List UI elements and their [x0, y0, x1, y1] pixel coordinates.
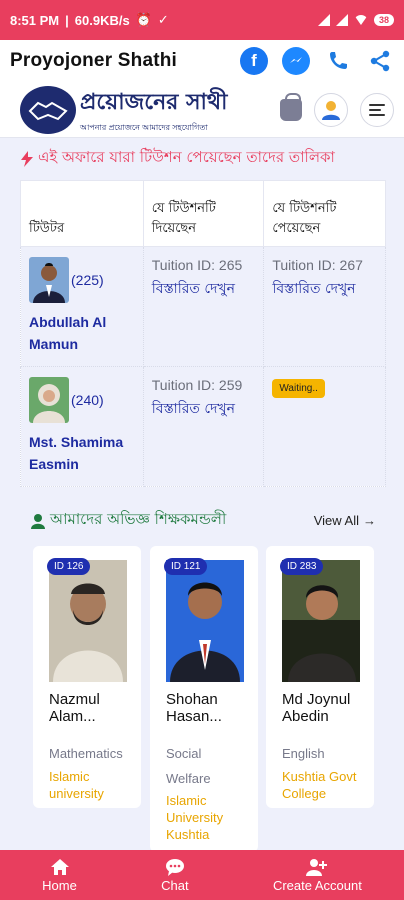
alarm-icon: ⏰ — [135, 12, 152, 27]
teacher-photo: ID 283 — [280, 558, 360, 682]
nav-create-account[interactable]: Create Account — [273, 858, 362, 893]
given-details-link[interactable]: বিস্তারিত দেখুন — [152, 397, 256, 421]
teacher-university: Islamic University Kushtia — [166, 793, 224, 843]
received-tuition-id: Tuition ID: 267 — [272, 257, 363, 273]
wifi-icon — [353, 15, 368, 25]
table-row: (225) Abdullah Al Mamun Tuition ID: 265 … — [20, 246, 386, 367]
teacher-university: Islamic university — [49, 768, 104, 801]
lightning-icon — [21, 150, 33, 167]
teacher-name: Shohan Hasan... — [166, 691, 222, 725]
teacher-icon — [31, 513, 45, 529]
tutor-name[interactable]: Mst. Shamima Easmin — [29, 431, 135, 476]
signal-icon — [317, 14, 330, 26]
status-time: 8:51 PM — [10, 12, 60, 28]
tutor-count: (240) — [71, 391, 104, 408]
teacher-photo: ID 121 — [164, 558, 244, 682]
brand-logo[interactable]: প্রয়োজনের সাথী আপনার প্রয়োজনে আমাদের স… — [20, 85, 227, 135]
facebook-icon[interactable]: f — [240, 47, 268, 75]
chat-icon — [165, 858, 184, 876]
given-tuition-id: Tuition ID: 265 — [151, 257, 243, 273]
app-header: Proyojoner Shathi f — [0, 40, 404, 82]
teacher-name: Nazmul Alam... — [49, 691, 100, 725]
waiting-badge: Waiting.. — [272, 378, 325, 398]
profile-button[interactable] — [314, 92, 348, 127]
messenger-icon[interactable] — [282, 47, 310, 75]
header-received: যে টিউশনটি পেয়েছেন — [263, 180, 386, 247]
tutor-avatar[interactable] — [29, 376, 69, 423]
tuition-list-title: এই অফারে যারা টিউশন পেয়েছেন তাদের তালিক… — [20, 146, 394, 171]
teacher-photo: ID 126 — [47, 558, 127, 682]
header-given: যে টিউশনটি দিয়েছেন — [142, 180, 265, 247]
teacher-university: Kushtia Govt College — [282, 768, 357, 801]
status-bar: 8:51 PM | 60.9KB/s ⏰ ✓ 38 — [0, 0, 404, 40]
given-details-link[interactable]: বিস্তারিত দেখুন — [152, 277, 256, 301]
battery-icon: 38 — [373, 14, 394, 26]
teacher-subject: Social Welfare — [166, 746, 211, 786]
table-row: (240) Mst. Shamima Easmin Tuition ID: 25… — [20, 365, 386, 487]
menu-button[interactable] — [360, 92, 394, 127]
teacher-id-badge: ID 121 — [164, 558, 208, 575]
logo-sub-text: আপনার প্রয়োজনে আমাদের সহযোগিতা — [80, 122, 208, 132]
nav-home[interactable]: Home — [42, 858, 77, 893]
teacher-name: Md Joynul Abedin — [282, 691, 351, 725]
bottom-nav: Home Chat Create Account — [0, 850, 404, 900]
hamburger-icon — [369, 103, 385, 116]
home-icon — [50, 858, 69, 875]
tutor-name[interactable]: Abdullah Al Mamun — [29, 311, 135, 356]
signal-icon-2 — [335, 14, 348, 26]
tuition-table: টিউটর যে টিউশনটি দিয়েছেন যে টিউশনটি পেয… — [20, 180, 386, 487]
teacher-subject: English — [282, 746, 325, 761]
teacher-card[interactable]: ID 121 Shohan Hasan... Social Welfare Is… — [150, 546, 258, 852]
app-title: Proyojoner Shathi — [10, 50, 178, 71]
handshake-icon — [20, 85, 76, 134]
header-tutor: টিউটর — [20, 180, 144, 247]
add-user-icon — [306, 858, 328, 876]
teachers-section-header: আমাদের অভিজ্ঞ শিক্ষকমন্ডলী View All → — [30, 508, 376, 533]
teacher-id-badge: ID 126 — [47, 558, 91, 575]
teachers-title: আমাদের অভিজ্ঞ শিক্ষকমন্ডলী — [50, 510, 227, 528]
teacher-card[interactable]: ID 283 Md Joynul Abedin English Kushtia … — [266, 546, 374, 808]
logo-bar: প্রয়োজনের সাথী আপনার প্রয়োজনে আমাদের স… — [0, 82, 404, 138]
phone-icon[interactable] — [324, 47, 352, 75]
share-icon[interactable] — [366, 47, 394, 75]
logo-main-text: প্রয়োজনের সাথী — [80, 89, 228, 115]
status-speed: 60.9KB/s — [74, 12, 130, 28]
view-all-link[interactable]: View All → — [314, 513, 376, 528]
teacher-id-badge: ID 283 — [280, 558, 324, 575]
received-details-link[interactable]: বিস্তারিত দেখুন — [272, 277, 377, 301]
teacher-card[interactable]: ID 126 Nazmul Alam... Mathematics Islami… — [33, 546, 141, 808]
tutor-count: (225) — [71, 272, 104, 288]
shopping-bag-icon[interactable] — [280, 92, 302, 121]
user-icon — [322, 100, 340, 120]
arrow-right-icon: → — [363, 513, 376, 528]
download-icon: ✓ — [157, 12, 169, 27]
teacher-subject: Mathematics — [49, 746, 123, 761]
tutor-avatar[interactable] — [29, 257, 69, 303]
nav-chat[interactable]: Chat — [161, 858, 189, 893]
given-tuition-id: Tuition ID: 259 — [151, 376, 243, 393]
